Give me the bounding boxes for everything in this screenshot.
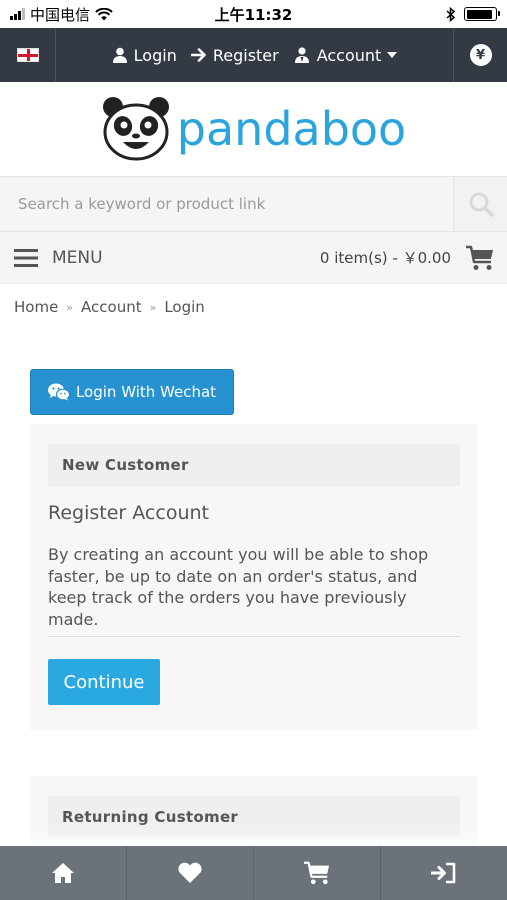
- register-label: Register: [212, 45, 279, 65]
- breadcrumb: Home » Account » Login: [14, 298, 205, 316]
- breadcrumb-separator: »: [149, 300, 157, 314]
- bottom-nav-cart[interactable]: [254, 846, 381, 900]
- logo[interactable]: pandaboo: [0, 82, 507, 176]
- top-nav-links: Login Register Account: [56, 28, 453, 82]
- currency-badge: ¥: [469, 44, 492, 66]
- account-dropdown[interactable]: Account: [293, 46, 398, 65]
- status-bar: 中国电信 上午11:32: [0, 0, 507, 28]
- search-button[interactable]: [453, 177, 507, 231]
- panda-logo-icon: [102, 97, 169, 161]
- wifi-icon: [95, 7, 113, 20]
- logo-wordmark: pandaboo: [176, 102, 407, 156]
- battery-icon: [464, 7, 500, 21]
- heart-icon: [178, 862, 202, 883]
- sign-in-icon: [431, 862, 456, 884]
- home-icon: [52, 863, 74, 883]
- hamburger-icon: [14, 248, 38, 267]
- search-input[interactable]: [0, 177, 453, 231]
- register-description: By creating an account you will be able …: [48, 544, 460, 637]
- breadcrumb-account[interactable]: Account: [81, 298, 142, 316]
- login-label: Login: [133, 45, 177, 65]
- currency-selector[interactable]: ¥: [453, 28, 507, 82]
- menu-button[interactable]: MENU: [0, 248, 103, 268]
- bluetooth-icon: [446, 6, 456, 22]
- user-icon: [112, 47, 127, 63]
- bottom-nav-home[interactable]: [0, 846, 127, 900]
- account-user-icon: [294, 47, 309, 63]
- account-label: Account: [316, 45, 382, 65]
- wechat-icon: [47, 383, 70, 401]
- search-icon: [469, 192, 494, 217]
- bottom-nav-wishlist[interactable]: [127, 846, 254, 900]
- breadcrumb-home[interactable]: Home: [14, 298, 58, 316]
- language-selector[interactable]: [0, 28, 56, 82]
- cart-icon: [304, 861, 330, 885]
- new-customer-panel: New Customer Register Account By creatin…: [30, 424, 478, 730]
- menu-label: MENU: [52, 247, 103, 268]
- register-link[interactable]: Register: [190, 45, 279, 65]
- continue-button[interactable]: Continue: [48, 659, 160, 705]
- register-account-title: Register Account: [48, 502, 209, 524]
- new-customer-heading: New Customer: [48, 444, 460, 486]
- wechat-login-label: Login With Wechat: [75, 383, 217, 401]
- cart-icon: [466, 245, 493, 270]
- returning-customer-panel: Returning Customer: [30, 776, 478, 856]
- cart-summary-text: 0 item(s) - ￥0.00: [319, 249, 451, 267]
- bottom-nav: [0, 846, 507, 900]
- cart-summary[interactable]: 0 item(s) - ￥0.00: [320, 244, 507, 272]
- caret-down-icon: [387, 52, 398, 58]
- login-link[interactable]: Login: [112, 46, 177, 65]
- breadcrumb-separator: »: [66, 300, 74, 314]
- returning-customer-heading: Returning Customer: [48, 796, 460, 838]
- signal-icon: [10, 8, 25, 20]
- status-right: [446, 6, 500, 22]
- status-left: 中国电信: [10, 4, 113, 25]
- carrier-label: 中国电信: [30, 5, 91, 24]
- menu-bar: MENU 0 item(s) - ￥0.00: [0, 232, 507, 284]
- search-bar: [0, 176, 507, 232]
- arrow-right-icon: [190, 48, 206, 62]
- wechat-login-button[interactable]: Login With Wechat: [30, 369, 234, 415]
- bottom-nav-sign-in[interactable]: [381, 846, 507, 900]
- breadcrumb-login[interactable]: Login: [164, 298, 204, 316]
- top-nav: Login Register Account ¥: [0, 28, 507, 82]
- uk-flag-icon: [16, 48, 39, 62]
